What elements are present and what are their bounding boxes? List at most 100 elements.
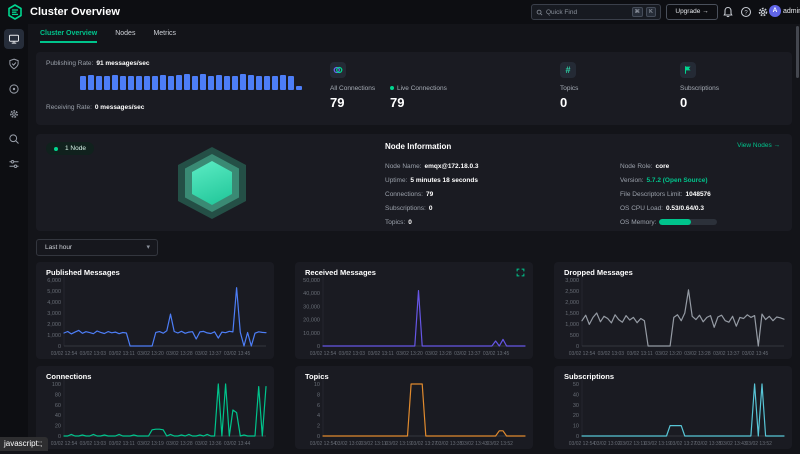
svg-text:50: 50 xyxy=(573,382,579,388)
avatar[interactable]: A xyxy=(769,5,781,17)
svg-text:03/02 13:11: 03/02 13:11 xyxy=(109,441,135,447)
all-connections-value: 79 xyxy=(330,95,375,110)
page-title: Cluster Overview xyxy=(30,0,120,24)
connections-icon xyxy=(330,62,346,78)
topics-hash-icon: # xyxy=(560,62,576,78)
svg-text:1,000: 1,000 xyxy=(565,322,579,328)
svg-text:03/02 13:37: 03/02 13:37 xyxy=(454,351,481,357)
live-dot-icon xyxy=(390,86,394,90)
sidebar-item-integration[interactable] xyxy=(4,79,24,99)
tab-metrics[interactable]: Metrics xyxy=(153,30,176,43)
expand-icon[interactable] xyxy=(516,268,525,277)
node-hexagon-graphic[interactable] xyxy=(174,144,250,222)
svg-text:03/02 13:20: 03/02 13:20 xyxy=(655,351,682,357)
svg-text:60: 60 xyxy=(55,403,61,409)
browser-status-bar: javascript:; xyxy=(0,437,48,451)
gear-icon[interactable] xyxy=(757,6,769,18)
svg-text:2,000: 2,000 xyxy=(565,300,579,306)
svg-text:?: ? xyxy=(744,10,748,16)
os-memory-row: OS Memory: xyxy=(620,216,717,230)
management-gear-icon xyxy=(8,108,20,120)
search-input[interactable] xyxy=(546,9,629,16)
svg-text:03/02 13:11: 03/02 13:11 xyxy=(368,351,394,357)
memory-progress-bar xyxy=(659,219,717,225)
subscriptions-label: Subscriptions xyxy=(680,85,719,92)
uptime-row: Uptime:5 minutes 18 seconds xyxy=(385,174,479,188)
svg-text:03/02 12:54: 03/02 12:54 xyxy=(310,351,337,357)
svg-text:03/02 13:28: 03/02 13:28 xyxy=(425,351,452,357)
help-icon[interactable]: ? xyxy=(740,6,752,18)
time-range-select[interactable]: Last hour ▾ xyxy=(36,239,158,256)
svg-text:4: 4 xyxy=(317,413,320,419)
sidebar-item-system[interactable] xyxy=(4,154,24,174)
svg-text:03/02 13:43: 03/02 13:43 xyxy=(461,441,488,447)
svg-text:03/02 13:35: 03/02 13:35 xyxy=(436,441,463,447)
subscriptions-flag-icon xyxy=(680,62,696,78)
sidebar-item-access-control[interactable] xyxy=(4,54,24,74)
svg-text:03/02 13:45: 03/02 13:45 xyxy=(483,351,510,357)
live-connections-value: 79 xyxy=(390,95,447,110)
svg-text:03/02 13:03: 03/02 13:03 xyxy=(80,351,107,357)
time-range-value: Last hour xyxy=(45,244,72,251)
upgrade-button[interactable]: Upgrade → xyxy=(666,4,718,20)
username-label[interactable]: admin xyxy=(783,0,800,24)
svg-text:03/02 13:52: 03/02 13:52 xyxy=(487,441,514,447)
svg-text:03/02 13:27: 03/02 13:27 xyxy=(411,441,438,447)
svg-text:0: 0 xyxy=(58,434,61,440)
svg-text:20: 20 xyxy=(573,413,579,419)
chevron-down-icon: ▾ xyxy=(146,240,150,255)
svg-text:03/02 13:44: 03/02 13:44 xyxy=(224,441,251,447)
svg-text:03/02 13:36: 03/02 13:36 xyxy=(195,441,222,447)
node-panel: 1 Node Node Information View Nodes → Nod… xyxy=(36,134,792,231)
tab-bar: Cluster Overview Nodes Metrics xyxy=(40,30,176,43)
svg-text:03/02 13:45: 03/02 13:45 xyxy=(224,351,251,357)
sidebar-item-monitoring[interactable] xyxy=(4,29,24,49)
svg-text:6,000: 6,000 xyxy=(47,278,61,284)
emqx-logo-icon[interactable] xyxy=(7,4,23,20)
live-connections-label: Live Connections xyxy=(397,85,447,92)
node-info-left-column: Node Name:emqx@172.18.0.3 Uptime:5 minut… xyxy=(385,160,479,230)
svg-text:10: 10 xyxy=(573,424,579,430)
sidebar xyxy=(0,24,28,451)
quick-find-search[interactable]: ⌘ K xyxy=(531,4,661,20)
receiving-rate: Receiving Rate:0 messages/sec xyxy=(46,104,144,111)
k-key-badge: K xyxy=(646,7,656,17)
scrollbar[interactable] xyxy=(796,26,799,78)
connections-row: Connections:79 xyxy=(385,188,479,202)
node-info-right-column: Node Role:core Version:5.7.2 (Open Sourc… xyxy=(620,160,717,230)
svg-text:03/02 13:37: 03/02 13:37 xyxy=(713,351,740,357)
sidebar-item-management[interactable] xyxy=(4,104,24,124)
svg-text:10,000: 10,000 xyxy=(303,331,320,337)
svg-text:03/02 13:35: 03/02 13:35 xyxy=(695,441,722,447)
svg-text:03/02 13:02: 03/02 13:02 xyxy=(335,441,362,447)
svg-text:03/02 13:11: 03/02 13:11 xyxy=(109,351,135,357)
fd-limit-row: File Descriptors Limit:1048576 xyxy=(620,188,717,202)
svg-text:03/02 13:28: 03/02 13:28 xyxy=(684,351,711,357)
svg-text:03/02 13:52: 03/02 13:52 xyxy=(746,441,773,447)
subscriptions-row: Subscriptions:0 xyxy=(385,202,479,216)
svg-text:2: 2 xyxy=(317,424,320,430)
svg-text:40: 40 xyxy=(55,413,61,419)
integration-icon xyxy=(8,83,20,95)
topics-chart: Topics 024681003/02 12:5403/02 13:0203/0… xyxy=(295,366,533,449)
svg-text:0: 0 xyxy=(58,344,61,350)
version-row: Version:5.7.2 (Open Source) xyxy=(620,174,717,188)
received-messages-chart: Received Messages 010,00020,00030,00040,… xyxy=(295,262,533,359)
svg-text:03/02 13:11: 03/02 13:11 xyxy=(360,441,386,447)
svg-text:0: 0 xyxy=(317,434,320,440)
svg-text:6: 6 xyxy=(317,403,320,409)
node-name-row: Node Name:emqx@172.18.0.3 xyxy=(385,160,479,174)
svg-text:03/02 13:11: 03/02 13:11 xyxy=(627,351,653,357)
cmd-key-badge: ⌘ xyxy=(632,7,644,17)
svg-text:80: 80 xyxy=(55,392,61,398)
svg-text:03/02 13:03: 03/02 13:03 xyxy=(598,351,625,357)
bell-icon[interactable] xyxy=(722,6,734,18)
tab-cluster-overview[interactable]: Cluster Overview xyxy=(40,30,97,43)
svg-text:03/02 13:37: 03/02 13:37 xyxy=(195,351,222,357)
view-nodes-link[interactable]: View Nodes → xyxy=(737,142,780,149)
sidebar-item-diagnose[interactable] xyxy=(4,129,24,149)
node-role-row: Node Role:core xyxy=(620,160,717,174)
svg-text:0: 0 xyxy=(576,344,579,350)
tab-nodes[interactable]: Nodes xyxy=(115,30,135,43)
publish-rate-bar-chart xyxy=(80,72,310,90)
